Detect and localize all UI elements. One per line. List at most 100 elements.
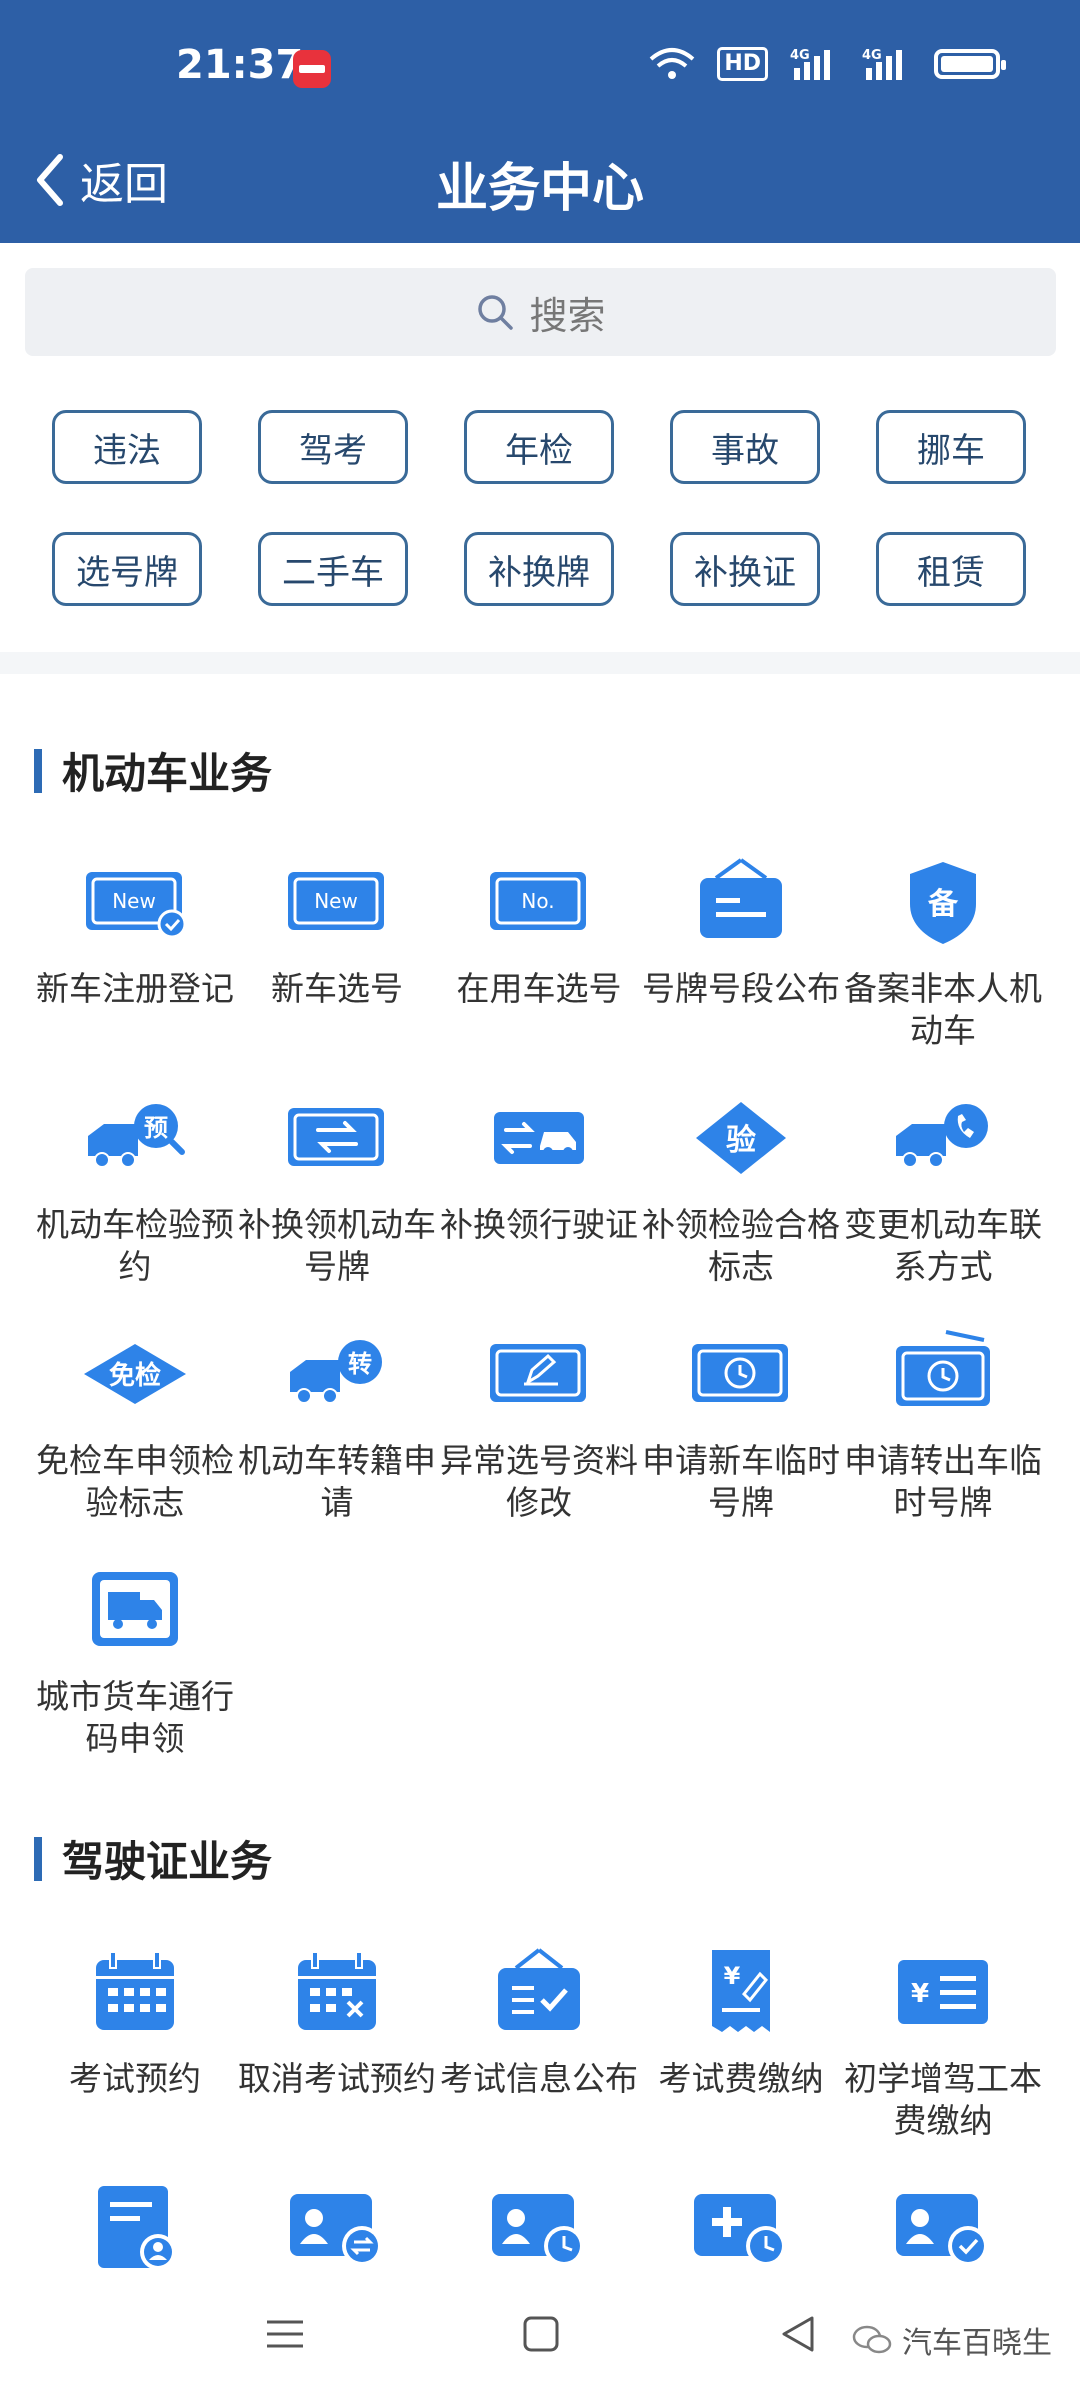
calendar-cancel-icon [282, 1944, 392, 2040]
tag-annual-inspection[interactable]: 年检 [464, 410, 614, 484]
service-label: 考试信息公布 [440, 2059, 638, 2098]
freight-truck-icon [80, 1562, 190, 1658]
truck-transfer-icon: 转 [282, 1326, 392, 1422]
service-label: 初学增驾工本费缴纳 [844, 2059, 1042, 2140]
svg-text:预: 预 [144, 1114, 168, 1142]
service-item[interactable]: 取消考试预约 [236, 1930, 438, 2166]
service-item[interactable]: 号牌号段公布 [640, 840, 842, 1076]
svg-text:New: New [314, 889, 358, 913]
service-item[interactable]: 申请新车临时号牌 [640, 1312, 842, 1548]
section-accent-bar [34, 748, 42, 793]
user-card-check-icon [888, 2180, 998, 2276]
system-nav-bar: 汽车百晓生 [0, 2284, 1080, 2400]
tag-used-car[interactable]: 二手车 [258, 532, 408, 606]
home-icon[interactable] [511, 2304, 571, 2364]
document-user-icon [80, 2180, 190, 2276]
menu-icon[interactable] [255, 2304, 315, 2364]
section-title-vehicle: 机动车业务 [34, 740, 272, 801]
license-swap-icon [484, 1090, 594, 1186]
signal-icon: 4G [790, 48, 830, 80]
service-item[interactable]: 转 机动车转籍申请 [236, 1312, 438, 1548]
network-type-2: 4G [862, 48, 882, 63]
service-item[interactable]: 预 机动车检验预约 [34, 1076, 236, 1312]
service-label: 机动车转籍申请 [238, 1441, 436, 1522]
wechat-icon [852, 2325, 892, 2354]
tag-driving-test[interactable]: 驾考 [258, 410, 408, 484]
back-triangle-icon[interactable] [768, 2304, 828, 2364]
service-label: 申请新车临时号牌 [642, 1441, 840, 1522]
tag-replace-license[interactable]: 补换证 [670, 532, 820, 606]
service-label: 在用车选号 [456, 969, 622, 1008]
service-item[interactable]: New 新车选号 [236, 840, 438, 1076]
service-item[interactable]: 申请转出车临时号牌 [842, 1312, 1044, 1548]
watermark: 汽车百晓生 [852, 2318, 1052, 2362]
service-item[interactable]: 免检 免检车申领检验标志 [34, 1312, 236, 1548]
user-card-swap-icon [282, 2180, 392, 2276]
tag-move-car[interactable]: 挪车 [876, 410, 1026, 484]
service-item[interactable]: 考试信息公布 [438, 1930, 640, 2166]
section-divider [0, 652, 1080, 674]
service-label: 申请转出车临时号牌 [844, 1441, 1042, 1522]
service-item[interactable]: No. 在用车选号 [438, 840, 640, 1076]
status-time: 21:37 [176, 42, 304, 88]
service-label: 新车注册登记 [36, 969, 234, 1008]
tag-choose-plate[interactable]: 选号牌 [52, 532, 202, 606]
search-icon [478, 295, 514, 330]
tag-violation[interactable]: 违法 [52, 410, 202, 484]
hd-voice-icon: HD [717, 47, 768, 81]
service-item[interactable]: ¥ 考试费缴纳 [640, 1930, 842, 2166]
svg-text:备: 备 [928, 887, 959, 922]
section-accent-bar [34, 1836, 42, 1881]
service-item[interactable]: 补换领机动车号牌 [236, 1076, 438, 1312]
service-label: 号牌号段公布 [642, 969, 840, 1008]
search-input[interactable]: 搜索 [25, 268, 1056, 356]
exam-notice-icon [484, 1944, 594, 2040]
wifi-icon [650, 48, 695, 79]
service-label: 备案非本人机动车 [844, 969, 1042, 1050]
record-shield-icon: 备 [888, 854, 998, 950]
tag-accident[interactable]: 事故 [670, 410, 820, 484]
service-item[interactable]: 异常选号资料修改 [438, 1312, 640, 1548]
search-placeholder: 搜索 [529, 293, 606, 338]
inspection-diamond-icon: 验 [686, 1090, 796, 1186]
service-label: 补换领行驶证 [440, 1205, 638, 1244]
tag-rental[interactable]: 租赁 [876, 532, 1026, 606]
temp-plate-clock-out-icon [888, 1326, 998, 1422]
app-notification-icon [293, 50, 331, 88]
notice-board-icon [686, 854, 796, 950]
service-label: 城市货车通行码申领 [36, 1677, 234, 1758]
service-item[interactable]: 验 补领检验合格标志 [640, 1076, 842, 1312]
battery-icon [934, 49, 1006, 79]
service-item[interactable]: 备 备案非本人机动车 [842, 840, 1044, 1076]
exempt-diamond-icon: 免检 [80, 1326, 190, 1422]
calendar-icon [80, 1944, 190, 2040]
svg-text:New: New [112, 889, 156, 913]
service-label: 考试费缴纳 [658, 2059, 824, 2098]
status-icons: HD 4G 4G [649, 46, 1006, 82]
svg-text:¥: ¥ [911, 1979, 929, 2009]
service-item[interactable]: New 新车注册登记 [34, 840, 236, 1076]
svg-text:转: 转 [348, 1350, 372, 1378]
service-item[interactable]: ¥ 初学增驾工本费缴纳 [842, 1930, 1044, 2166]
new-plate-icon: New [282, 854, 392, 950]
service-label: 免检车申领检验标志 [36, 1441, 234, 1522]
svg-text:免检: 免检 [109, 1360, 161, 1391]
service-item[interactable]: 变更机动车联系方式 [842, 1076, 1044, 1312]
service-label: 补领检验合格标志 [642, 1205, 840, 1286]
number-plate-icon: No. [484, 854, 594, 950]
section-title-license: 驾驶证业务 [34, 1828, 272, 1889]
tag-replace-plate[interactable]: 补换牌 [464, 532, 614, 606]
service-label: 新车选号 [271, 969, 403, 1008]
service-label: 变更机动车联系方式 [844, 1205, 1042, 1286]
temp-plate-clock-icon [686, 1326, 796, 1422]
watermark-text: 汽车百晓生 [902, 2326, 1052, 2361]
service-item[interactable]: 城市货车通行码申领 [34, 1548, 236, 1784]
section-title-text: 驾驶证业务 [62, 1837, 273, 1886]
svg-text:No.: No. [521, 889, 554, 913]
service-item[interactable]: 补换领行驶证 [438, 1076, 640, 1312]
service-label: 考试预约 [69, 2059, 201, 2098]
plate-edit-icon [484, 1326, 594, 1422]
app-header: 21:37 HD 4G 4G 返回 业务中心 [0, 0, 1080, 243]
truck-phone-icon [888, 1090, 998, 1186]
service-item[interactable]: 考试预约 [34, 1930, 236, 2166]
